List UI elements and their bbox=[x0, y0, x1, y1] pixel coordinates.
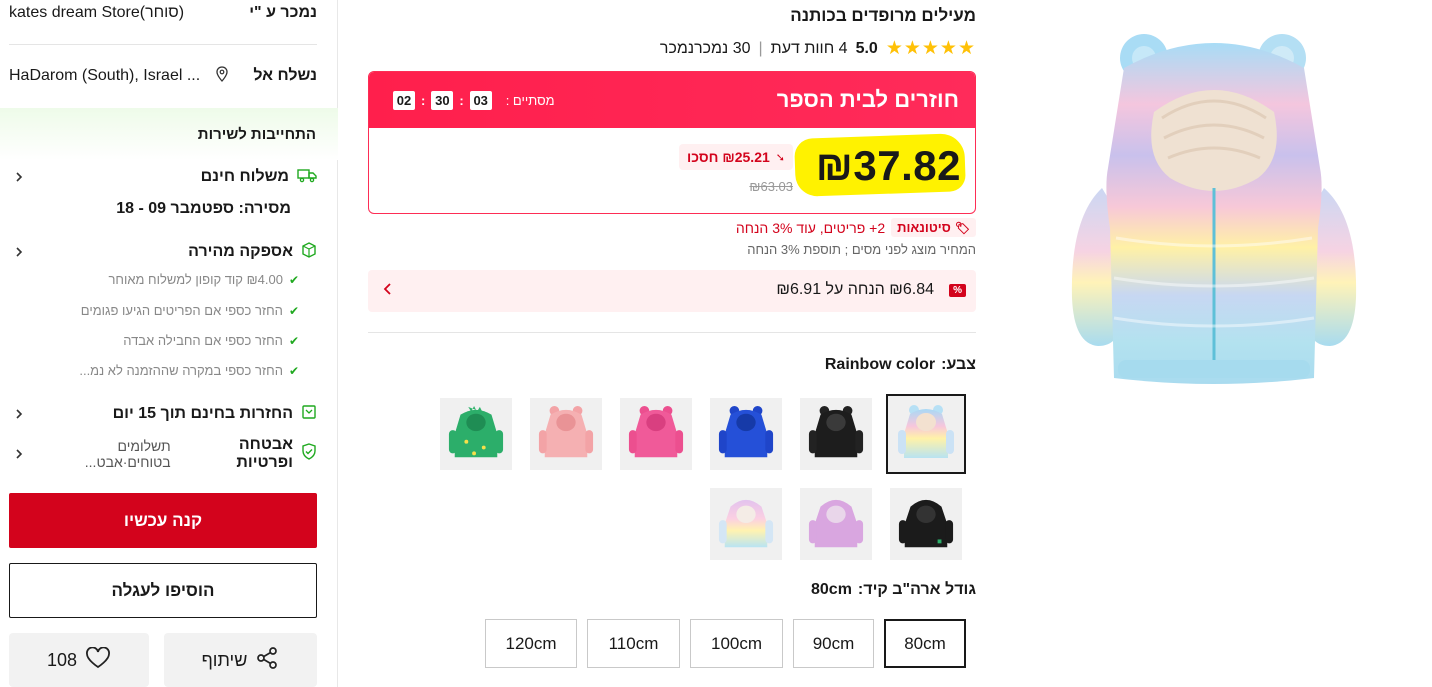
return-box-icon bbox=[301, 404, 317, 425]
security-desc: תשלומים בטוחים·אבט... bbox=[84, 438, 171, 470]
wholesale-row: 🏷 סיטונאות 2+ פריטים, עוד 3% הנחה bbox=[736, 218, 976, 237]
security-label: אבטחה ופרטיות bbox=[236, 436, 293, 471]
product-info: מעילים מרופדים בכותנה ★★★★★ 5.0 4 חוות ד… bbox=[368, 0, 976, 687]
benefit-item: ✔ ₪4.00 קוד קופון למשלוח מאוחר bbox=[108, 272, 299, 287]
timer-seconds: 02 bbox=[393, 90, 415, 110]
ship-to-label: נשלח אל bbox=[253, 67, 317, 84]
check-icon: ✔ bbox=[288, 272, 299, 287]
size-value: 80cm bbox=[811, 581, 852, 598]
separator: | bbox=[758, 39, 763, 57]
rating-row[interactable]: ★★★★★ 5.0 4 חוות דעת | 30 נמכרנמכר bbox=[660, 37, 976, 60]
seller-store-name[interactable]: kates dream Store(סוחר) bbox=[9, 4, 184, 22]
promo-title: חוזרים לבית הספר bbox=[776, 87, 959, 112]
coupon-text: ₪6.84 הנחה על ₪6.91 bbox=[776, 281, 934, 298]
current-price: ₪37.82 bbox=[815, 142, 961, 189]
ship-to-row[interactable]: HaDarom (South), Israel ... נשלח אל bbox=[9, 65, 317, 87]
reviews-count[interactable]: 4 חוות דעת bbox=[771, 40, 848, 58]
share-label: שיתוף bbox=[201, 649, 248, 670]
timer-label: מסתיים : bbox=[505, 92, 555, 108]
purchase-sidebar: kates dream Store(סוחר) נמכר ע "י HaDaro… bbox=[0, 0, 338, 687]
countdown-timer: 02 : 30 : 03 מסתיים : bbox=[393, 90, 555, 110]
promo-banner-header: 02 : 30 : 03 מסתיים : חוזרים לבית הספר bbox=[369, 72, 975, 128]
coupon-bar[interactable]: ₪6.84 הנחה על ₪6.91 % bbox=[368, 270, 976, 312]
timer-minutes: 30 bbox=[431, 90, 454, 110]
rating-value: 5.0 bbox=[855, 39, 878, 57]
check-icon: ✔ bbox=[288, 333, 299, 348]
color-swatch-pink[interactable] bbox=[620, 398, 692, 470]
delivery-date: מסירה: ספטמבר 09 - 18 bbox=[116, 200, 291, 217]
color-swatch-lilac[interactable] bbox=[800, 488, 872, 560]
wishlist-count: 108 bbox=[46, 649, 78, 670]
color-label-row: צבע: Rainbow color bbox=[825, 356, 976, 374]
truck-icon bbox=[297, 167, 317, 188]
arrow-down-icon: ➘ bbox=[775, 151, 785, 164]
color-swatch-light-pink[interactable] bbox=[530, 398, 602, 470]
benefit-item: ✔ החזר כספי אם הפריטים הגיעו פגומים bbox=[80, 303, 299, 318]
product-title: מעילים מרופדים בכותנה bbox=[790, 6, 976, 25]
divider bbox=[9, 44, 317, 45]
chevron-right-icon[interactable] bbox=[9, 242, 29, 262]
check-icon: ✔ bbox=[288, 363, 299, 378]
size-option[interactable]: 80cm bbox=[884, 619, 966, 668]
share-button[interactable]: שיתוף bbox=[164, 633, 317, 687]
size-option[interactable]: 120cm bbox=[485, 619, 577, 668]
free-returns-label: החזרות בחינם תוך 15 יום bbox=[112, 405, 293, 422]
benefit-item: ✔ החזר כספי במקרה שההזמנה לא נמ... bbox=[79, 363, 299, 378]
ship-location[interactable]: HaDarom (South), Israel ... bbox=[9, 67, 200, 85]
color-swatch-green-dino[interactable] bbox=[440, 398, 512, 470]
timer-hours: 03 bbox=[469, 90, 492, 110]
box-icon bbox=[301, 241, 317, 263]
free-shipping-label: משלוח חינם bbox=[200, 168, 289, 185]
service-title: התחייבות לשירות bbox=[197, 126, 316, 143]
location-pin-icon bbox=[215, 65, 229, 87]
product-image[interactable] bbox=[1062, 28, 1366, 384]
seller-label: נמכר ע "י bbox=[249, 4, 317, 21]
tax-note: המחיר מוצג לפני מסים ; תוספת 3% הנחה bbox=[747, 242, 976, 257]
color-swatch-rainbow[interactable] bbox=[886, 394, 966, 474]
color-swatch-black-hood[interactable] bbox=[890, 488, 962, 560]
save-badge: ➘ ₪25.21 חסכו bbox=[679, 144, 793, 170]
color-label: צבע: bbox=[941, 356, 976, 373]
color-swatch-rainbow-hood[interactable] bbox=[710, 488, 782, 560]
size-label-row: גודל ארה"ב קיד: 80cm bbox=[811, 581, 976, 599]
wholesale-badge: 🏷 סיטונאות bbox=[891, 218, 976, 237]
size-option[interactable]: 100cm bbox=[690, 619, 783, 668]
size-label: גודל ארה"ב קיד: bbox=[857, 581, 976, 598]
security-row[interactable]: אבטחה ופרטיות תשלומים בטוחים·אבט... bbox=[9, 436, 317, 471]
share-icon bbox=[255, 646, 279, 675]
divider bbox=[368, 332, 976, 333]
chevron-right-icon[interactable] bbox=[9, 404, 29, 424]
seller-row[interactable]: kates dream Store(סוחר) נמכר ע "י bbox=[9, 2, 317, 24]
check-icon: ✔ bbox=[288, 303, 299, 318]
size-option[interactable]: 110cm bbox=[587, 619, 680, 668]
tag-icon: 🏷 bbox=[954, 220, 970, 235]
sold-count: 30 נמכרנמכר bbox=[659, 39, 751, 57]
add-to-cart-button[interactable]: הוסיפו לעגלה bbox=[9, 563, 317, 618]
rating-stars: ★★★★★ bbox=[885, 38, 976, 59]
shield-icon bbox=[301, 443, 317, 465]
wishlist-button[interactable]: 108 bbox=[9, 633, 149, 687]
chevron-right-icon[interactable] bbox=[9, 444, 29, 464]
heart-icon bbox=[85, 646, 111, 674]
size-option[interactable]: 90cm bbox=[793, 619, 874, 668]
fast-delivery-label: אספקה מהירה bbox=[188, 243, 293, 260]
old-price: ₪63.03 bbox=[749, 179, 793, 194]
free-returns-row[interactable]: החזרות בחינם תוך 15 יום bbox=[9, 403, 317, 425]
free-shipping-row[interactable]: משלוח חינם bbox=[9, 166, 317, 188]
color-swatch-black-ears[interactable] bbox=[800, 398, 872, 470]
benefit-item: ✔ החזר כספי אם החבילה אבדה bbox=[123, 333, 299, 348]
chevron-right-icon[interactable] bbox=[9, 167, 29, 187]
buy-now-button[interactable]: קנה עכשיו bbox=[9, 493, 317, 548]
wholesale-text: 2+ פריטים, עוד 3% הנחה bbox=[735, 219, 886, 236]
fast-delivery-row[interactable]: אספקה מהירה bbox=[9, 241, 317, 263]
color-swatch-blue[interactable] bbox=[710, 398, 782, 470]
color-value: Rainbow color bbox=[824, 356, 936, 373]
coupon-badge: % bbox=[949, 284, 966, 297]
chevron-left-icon[interactable] bbox=[382, 281, 394, 302]
promo-banner: 02 : 30 : 03 מסתיים : חוזרים לבית הספר ₪… bbox=[368, 71, 976, 214]
